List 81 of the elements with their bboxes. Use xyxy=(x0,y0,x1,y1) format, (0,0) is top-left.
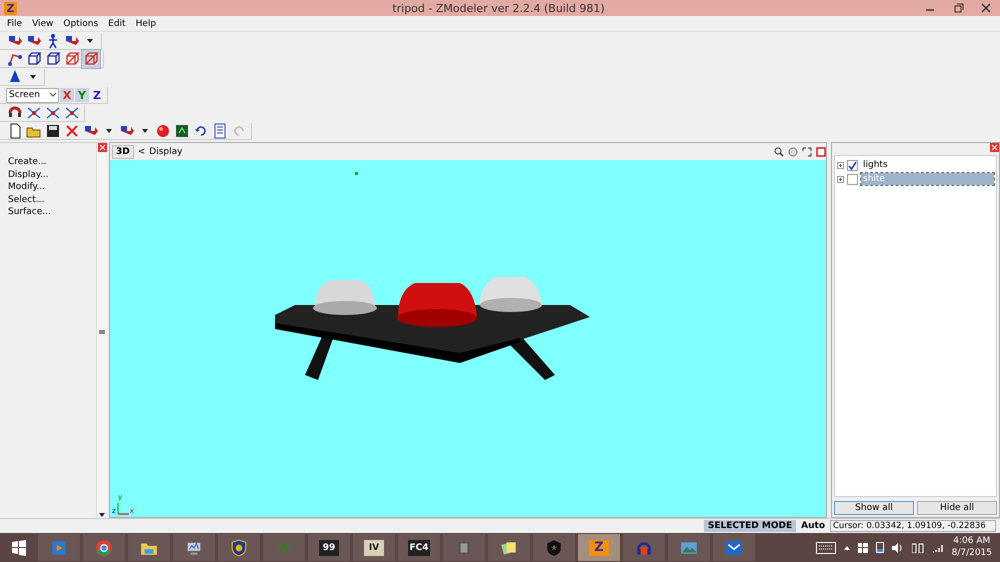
mail-icon xyxy=(725,538,743,556)
cube-icon[interactable] xyxy=(45,51,61,67)
panel-item[interactable]: Modify... xyxy=(8,182,96,192)
list-icon[interactable] xyxy=(212,123,228,139)
search-icon[interactable] xyxy=(774,146,784,156)
save-icon[interactable] xyxy=(45,123,61,139)
windows-icon[interactable] xyxy=(858,542,868,552)
shield-icon xyxy=(545,538,563,556)
window-title: tripod - ZModeler ver 2.2.4 (Build 981) xyxy=(391,2,606,14)
checkbox[interactable] xyxy=(847,160,858,170)
taskbar-button[interactable] xyxy=(83,534,125,561)
expand-icon[interactable] xyxy=(802,146,812,156)
taskbar-button[interactable] xyxy=(173,534,215,561)
app-logo: IV xyxy=(364,540,384,556)
app-logo: 99 xyxy=(319,540,339,556)
panel-item[interactable]: Display... xyxy=(8,170,96,180)
clock-time[interactable]: 4:06 AM xyxy=(953,536,990,548)
ball-icon[interactable] xyxy=(155,123,171,139)
view-mode-button[interactable]: 3D xyxy=(112,144,134,158)
cross-icon[interactable] xyxy=(64,105,80,121)
viewport-title: Display xyxy=(149,146,184,156)
checkbox[interactable] xyxy=(847,174,858,184)
cross-icon[interactable] xyxy=(45,105,61,121)
taskbar-button[interactable]: 99 xyxy=(308,534,350,561)
app-logo: FC4 xyxy=(408,540,430,556)
axis-gizmo-icon xyxy=(116,501,130,515)
delete-icon[interactable] xyxy=(64,123,80,139)
board-icon[interactable] xyxy=(174,123,190,139)
maximize-icon[interactable] xyxy=(816,146,826,156)
tree-item[interactable]: lights xyxy=(861,159,994,171)
taskbar-button[interactable] xyxy=(128,534,170,561)
menu-item[interactable]: Edit xyxy=(103,18,131,28)
close-icon[interactable] xyxy=(98,143,106,152)
grip-icon[interactable] xyxy=(99,330,105,334)
expand-icon[interactable] xyxy=(837,176,844,182)
network-icon[interactable] xyxy=(912,542,924,553)
clock-date[interactable]: 8/7/2015 xyxy=(952,548,992,560)
taskbar-button[interactable]: FC4 xyxy=(398,534,440,561)
menu-item[interactable]: Help xyxy=(130,18,162,28)
taskbar-button[interactable] xyxy=(533,534,575,561)
taskbar-button[interactable]: IV xyxy=(353,534,395,561)
signal-icon[interactable] xyxy=(932,542,944,552)
vertex-tool-icon[interactable] xyxy=(7,51,23,67)
close-icon[interactable] xyxy=(990,143,999,152)
taskbar-button[interactable] xyxy=(713,534,755,561)
browser-icon xyxy=(95,538,113,556)
scroll-down-icon[interactable] xyxy=(99,512,105,518)
taskbar-button[interactable] xyxy=(623,534,665,561)
back-arrow[interactable]: < xyxy=(138,146,146,156)
player-icon xyxy=(50,538,68,556)
start-icon[interactable] xyxy=(11,540,27,556)
panel-item[interactable]: Surface... xyxy=(8,207,96,218)
taskbar-button[interactable] xyxy=(488,534,530,561)
caret-icon[interactable] xyxy=(49,91,57,99)
taskbar-button[interactable] xyxy=(443,534,485,561)
cursor-readout: Cursor: 0.03342, 1.09109, -0.22836 xyxy=(830,520,996,532)
taskbar-button[interactable] xyxy=(218,534,260,561)
panel-item[interactable]: Create... xyxy=(8,157,96,167)
app-logo: Z xyxy=(589,540,609,556)
cross-icon[interactable] xyxy=(26,105,42,121)
panel-item[interactable]: Select... xyxy=(8,194,96,205)
space-dropdown[interactable]: Screen xyxy=(6,88,59,102)
axis-toggle[interactable]: Z xyxy=(90,88,104,102)
caret-icon[interactable] xyxy=(844,546,850,550)
menu-item[interactable]: View xyxy=(27,18,58,28)
tree-button[interactable]: Show all xyxy=(834,501,914,515)
pivot-marker xyxy=(355,172,358,175)
badge-icon xyxy=(230,538,248,556)
cube-icon[interactable] xyxy=(64,51,80,67)
menu-item[interactable]: Options xyxy=(58,18,104,28)
keyboard-icon[interactable] xyxy=(816,542,836,554)
app-logo: Z xyxy=(4,2,17,14)
cube-icon[interactable] xyxy=(26,51,42,67)
taskbar-button[interactable]: Z xyxy=(578,534,620,561)
menu-item[interactable]: File xyxy=(2,18,28,28)
speaker-icon[interactable] xyxy=(892,542,904,552)
battery-icon[interactable] xyxy=(876,542,884,553)
auto-indicator: Auto xyxy=(800,520,826,532)
expand-icon[interactable] xyxy=(837,162,844,168)
tree-button[interactable]: Hide all xyxy=(917,501,997,515)
mode-indicator: SELECTED MODE xyxy=(704,520,796,532)
